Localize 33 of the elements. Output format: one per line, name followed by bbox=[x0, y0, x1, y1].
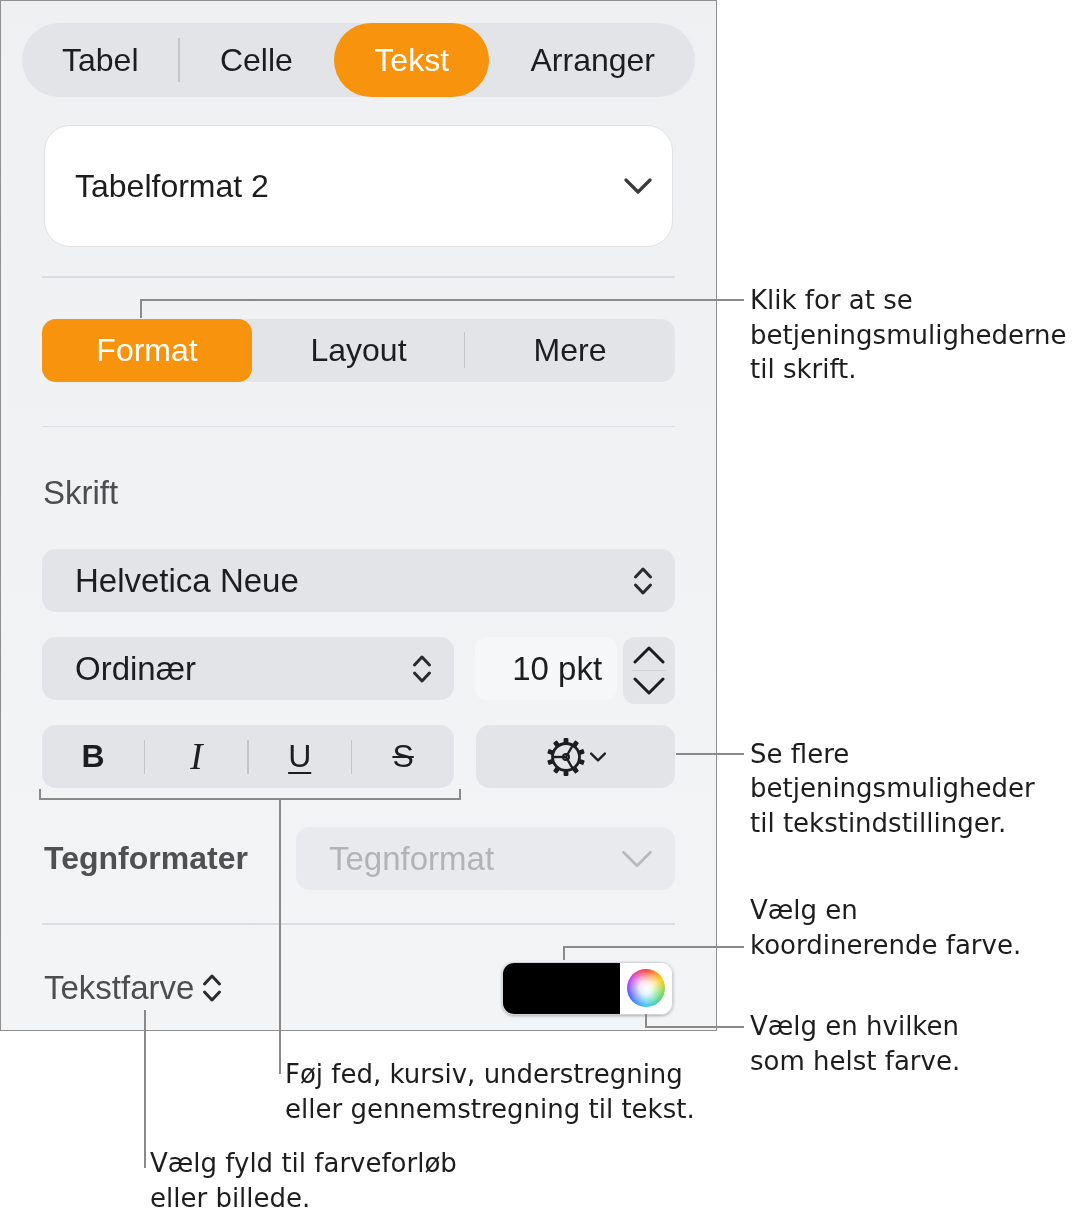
section-title: Skrift bbox=[42, 473, 120, 513]
gear-icon bbox=[545, 736, 586, 777]
bold-button[interactable]: B bbox=[42, 725, 144, 788]
callout-text: Føj fed, kursiv, understregning eller gennemstregning til tekst. bbox=[285, 1058, 696, 1126]
color-swatch[interactable] bbox=[503, 962, 620, 1014]
underline-button[interactable]: U bbox=[248, 725, 351, 788]
caret-icon bbox=[589, 751, 606, 762]
tab[interactable]: Arranger bbox=[490, 23, 695, 97]
tab[interactable]: Celle bbox=[179, 23, 333, 97]
style-dropdown[interactable]: Tabelformat 2 bbox=[44, 125, 673, 247]
chevron-down-icon bbox=[624, 178, 652, 194]
text-options-button[interactable] bbox=[476, 725, 675, 788]
text-color-popup[interactable]: Tekstfarve bbox=[42, 969, 223, 1007]
chevron-down-icon bbox=[633, 677, 666, 695]
strikethrough-button[interactable]: S bbox=[352, 725, 454, 788]
chevron-up-icon bbox=[633, 646, 666, 664]
callout-text: Vælg en koordinerende farve. bbox=[750, 894, 1023, 962]
chevron-down-icon bbox=[621, 849, 653, 868]
callout-text: Se flere betjeningsmuligheder til tekstindstillinger. bbox=[750, 737, 1036, 840]
tab[interactable]: Tabel bbox=[22, 23, 179, 97]
font-popup[interactable]: Helvetica Neue bbox=[42, 549, 675, 612]
size-field[interactable]: 10 pkt bbox=[475, 637, 618, 700]
tab[interactable]: Mere bbox=[465, 318, 675, 382]
up-down-chevron-icon bbox=[202, 972, 223, 1004]
field-label: Tegnformater bbox=[43, 840, 248, 877]
callout-text: Klik for at se betjeningsmulighederne til skrift. bbox=[750, 284, 1068, 386]
callout-text: Vælg fyld til farveforløb eller billede. bbox=[150, 1147, 458, 1215]
callout-text: Vælg en hvilken som helst farve. bbox=[750, 1010, 962, 1078]
color-picker-button[interactable] bbox=[620, 962, 672, 1014]
italic-button[interactable]: I bbox=[145, 725, 248, 788]
color-wheel-icon bbox=[627, 969, 665, 1007]
typeface-popup[interactable]: Ordinær bbox=[42, 637, 454, 700]
tab[interactable]: Layout bbox=[253, 318, 464, 382]
